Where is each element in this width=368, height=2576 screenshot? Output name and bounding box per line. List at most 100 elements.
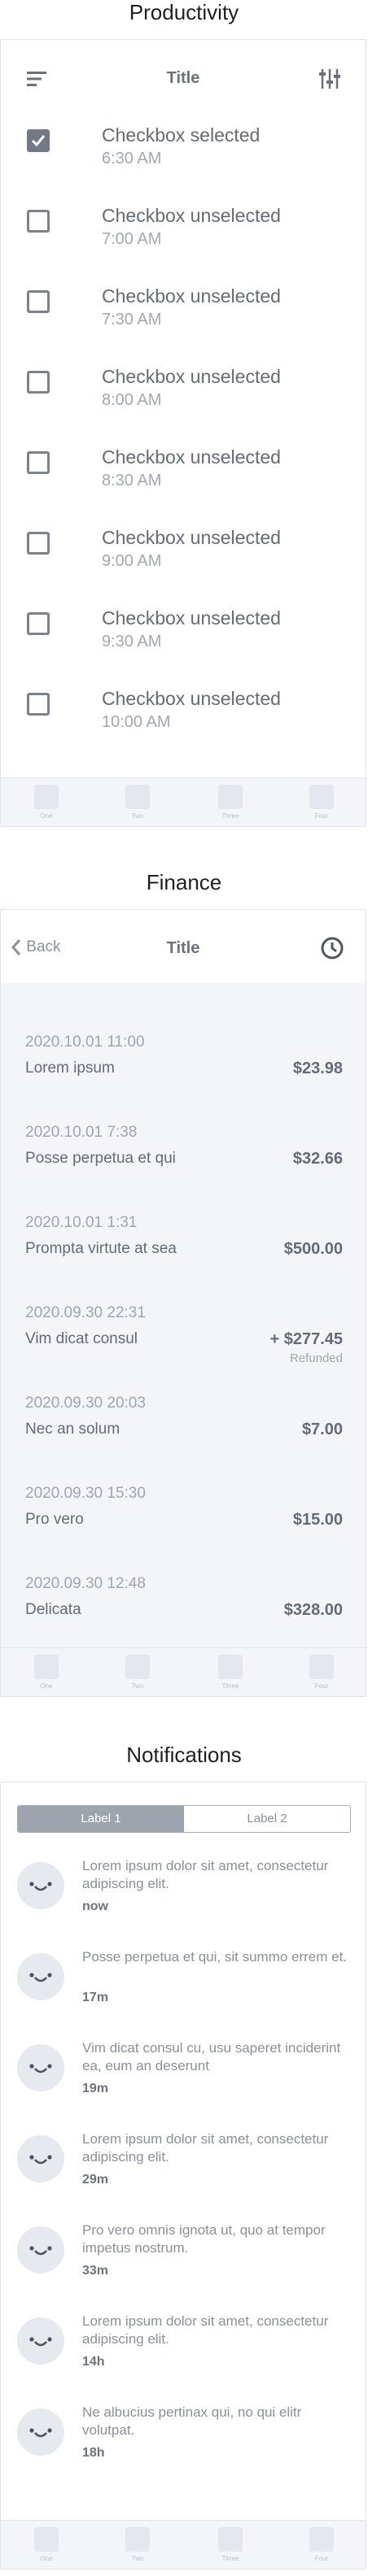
checkbox-row[interactable]: Checkbox unselected 10:00 AM [1, 688, 366, 768]
checkbox-unchecked[interactable] [27, 451, 50, 474]
notification-item[interactable]: Posse perpetua et qui, sit summo errem e… [1, 1948, 366, 2039]
transaction-row[interactable]: 2020.10.01 1:31 Prompta virtute at sea $50… [1, 1214, 366, 1304]
productivity-section: Productivity Title Checkbox selected 6:3… [0, 0, 368, 829]
sliders-icon[interactable] [318, 67, 341, 90]
segment-label-2[interactable]: Label 2 [184, 1806, 350, 1832]
tab-label: Three [221, 1682, 239, 1690]
checkbox-unchecked[interactable] [27, 371, 50, 394]
smiley-face-icon [29, 2246, 52, 2256]
app-header: Title [1, 40, 366, 113]
checkbox-row[interactable]: Checkbox unselected 7:00 AM [1, 205, 366, 285]
transaction-row[interactable]: 2020.09.30 15:30 Pro vero $15.00 [1, 1485, 366, 1575]
notification-item[interactable]: Lorem ipsum dolor sit amet, consectetur … [1, 1857, 366, 1948]
transaction-row[interactable]: 2020.09.30 22:31 Vim dicat consul + $277.4… [1, 1304, 366, 1395]
transaction-date: 2020.09.30 20:03 [25, 1395, 146, 1412]
notification-text: Ne albucius pertinax qui, no qui elitr v… [82, 2404, 302, 2438]
checkbox-time: 9:30 AM [102, 633, 162, 651]
checkbox-label: Checkbox unselected [102, 607, 281, 629]
transaction-date: 2020.10.01 11:00 [25, 1033, 145, 1051]
transaction-name: Prompta virtute at sea [25, 1240, 177, 1257]
header-title: Title [166, 939, 200, 957]
tab-bar: One Two Three Four [1, 777, 366, 826]
checkbox-unchecked[interactable] [27, 210, 50, 233]
tab-one[interactable]: One [22, 2527, 71, 2562]
transaction-name: Pro vero [25, 1511, 84, 1528]
tab-label: One [40, 1682, 53, 1690]
tab-icon [125, 2527, 150, 2552]
tab-one[interactable]: One [22, 1655, 71, 1690]
notification-text: Lorem ipsum dolor sit amet, consectetur … [82, 2131, 329, 2165]
transaction-list: 2020.10.01 11:00 Lorem ipsum $23.98 2020.10… [1, 983, 366, 1696]
checkbox-label: Checkbox unselected [102, 205, 281, 226]
tab-icon [309, 2527, 334, 2552]
avatar [17, 2135, 64, 2182]
checkbox-label: Checkbox unselected [102, 285, 281, 307]
notification-item[interactable]: Lorem ipsum dolor sit amet, consectetur … [1, 2130, 366, 2221]
notification-item[interactable]: Ne albucius pertinax qui, no qui elitr v… [1, 2404, 366, 2495]
transaction-row[interactable]: 2020.10.01 11:00 Lorem ipsum $23.98 [1, 1033, 366, 1124]
tab-bar: One Two Three Four [1, 2520, 366, 2569]
tab-two[interactable]: Two [113, 785, 162, 820]
segment-label-1[interactable]: Label 1 [18, 1806, 184, 1832]
clock-icon[interactable] [320, 936, 344, 960]
checkbox-unchecked[interactable] [27, 532, 50, 555]
transaction-date: 2020.10.01 7:38 [25, 1124, 138, 1141]
avatar [17, 2408, 64, 2456]
checkbox-unchecked[interactable] [27, 693, 50, 716]
notification-text: Vim dicat consul cu, usu saperet incider… [82, 2040, 341, 2073]
transaction-name: Delicata [25, 1601, 81, 1618]
tab-four[interactable]: Four [297, 1655, 346, 1690]
transaction-date: 2020.09.30 15:30 [25, 1485, 146, 1502]
tab-two[interactable]: Two [113, 1655, 162, 1690]
checkbox-time: 10:00 AM [102, 713, 171, 731]
tab-three[interactable]: Three [206, 1655, 255, 1690]
checkbox-row[interactable]: Checkbox unselected 8:00 AM [1, 366, 366, 446]
segmented-control: Label 1 Label 2 [17, 1805, 351, 1833]
transaction-amount: $15.00 [292, 1511, 343, 1529]
tab-icon [34, 2527, 59, 2552]
tab-icon [125, 1655, 150, 1679]
checkbox-unchecked[interactable] [27, 612, 50, 635]
check-icon [31, 135, 46, 147]
productivity-screen: Title Checkbox selected 6:30 AM Checkbox u… [0, 39, 366, 827]
notification-item[interactable]: Lorem ipsum dolor sit amet, consectetur … [1, 2313, 366, 2404]
tab-three[interactable]: Three [206, 2527, 255, 2562]
section-title: Notifications [126, 1743, 242, 1767]
checkbox-row[interactable]: Checkbox unselected 9:00 AM [1, 527, 366, 607]
transaction-amount: + $277.45 [269, 1330, 343, 1348]
tab-one[interactable]: One [22, 785, 71, 820]
transaction-amount: $23.98 [292, 1060, 343, 1077]
tab-label: Two [131, 2555, 144, 2562]
tab-three[interactable]: Three [206, 785, 255, 820]
tab-icon [218, 1655, 243, 1679]
checkbox-row[interactable]: Checkbox unselected 9:30 AM [1, 607, 366, 688]
tab-label: Four [314, 2555, 329, 2562]
transaction-row[interactable]: 2020.09.30 20:03 Nec an solum $7.00 [1, 1395, 366, 1485]
checkbox-unchecked[interactable] [27, 290, 50, 313]
transaction-amount: $7.00 [301, 1421, 343, 1438]
checkbox-label: Checkbox unselected [102, 366, 281, 387]
checkbox-row[interactable]: Checkbox unselected 8:30 AM [1, 446, 366, 527]
checkbox-time: 8:00 AM [102, 391, 162, 409]
tab-icon [309, 785, 334, 809]
transaction-name: Posse perpetua et qui [25, 1150, 176, 1167]
tab-label: One [40, 812, 53, 820]
checkbox-row[interactable]: Checkbox selected 6:30 AM [1, 124, 366, 205]
checkbox-row[interactable]: Checkbox unselected 7:30 AM [1, 285, 366, 366]
tab-icon [125, 785, 150, 809]
notifications-section: Notifications Label 1 Label 2 Lorem ipsu… [0, 1743, 368, 2576]
transaction-amount: $32.66 [292, 1150, 343, 1168]
tab-four[interactable]: Four [297, 2527, 346, 2562]
section-title: Productivity [129, 0, 239, 24]
smiley-face-icon [29, 2155, 52, 2165]
checkbox-checked[interactable] [27, 129, 50, 152]
transaction-row[interactable]: 2020.10.01 7:38 Posse perpetua et qui $32.… [1, 1124, 366, 1214]
notification-item[interactable]: Pro vero omnis ignota ut, quo at tempor … [1, 2221, 366, 2313]
notification-item[interactable]: Vim dicat consul cu, usu saperet incider… [1, 2039, 366, 2130]
checkbox-label: Checkbox unselected [102, 527, 281, 548]
tab-two[interactable]: Two [113, 2527, 162, 2562]
tab-four[interactable]: Four [297, 785, 346, 820]
tab-label: Two [131, 812, 144, 820]
tab-icon [309, 1655, 334, 1679]
notifications-screen: Label 1 Label 2 Lorem ipsum dolor sit am… [0, 1782, 366, 2569]
